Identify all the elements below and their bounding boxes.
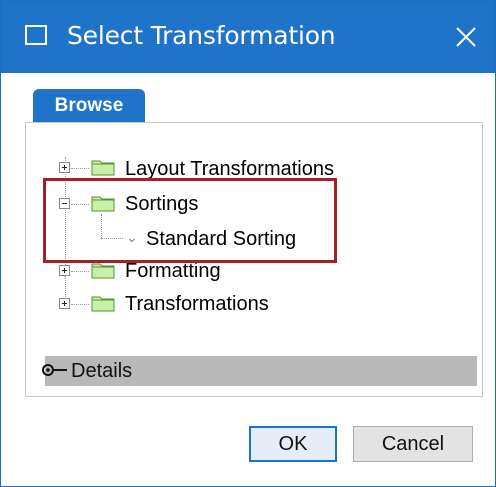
close-button[interactable]: [445, 15, 487, 59]
tree-line: [71, 271, 89, 272]
cancel-button[interactable]: Cancel: [353, 426, 473, 462]
folder-icon: [91, 263, 115, 279]
tab-browse[interactable]: Browse: [33, 89, 145, 123]
tree-line: [71, 168, 89, 169]
radio-toggle-icon[interactable]: [41, 362, 71, 378]
expand-icon[interactable]: [59, 298, 70, 309]
close-icon: [456, 27, 476, 47]
window-title: Select Transformation: [67, 21, 336, 50]
folder-icon: [91, 296, 115, 312]
folder-icon: [91, 160, 115, 176]
window-icon: [25, 25, 47, 45]
tree-item-label: Transformations: [125, 293, 269, 315]
title-bar: Select Transformation: [1, 1, 495, 73]
ok-button[interactable]: OK: [249, 426, 337, 462]
expand-icon[interactable]: [59, 162, 70, 173]
select-transformation-dialog: Select Transformation Browse Layout Tran…: [0, 0, 496, 487]
expand-icon[interactable]: [59, 265, 70, 276]
highlight-box: [43, 178, 337, 263]
tree-line: [71, 304, 89, 305]
details-label: Details: [71, 360, 133, 382]
